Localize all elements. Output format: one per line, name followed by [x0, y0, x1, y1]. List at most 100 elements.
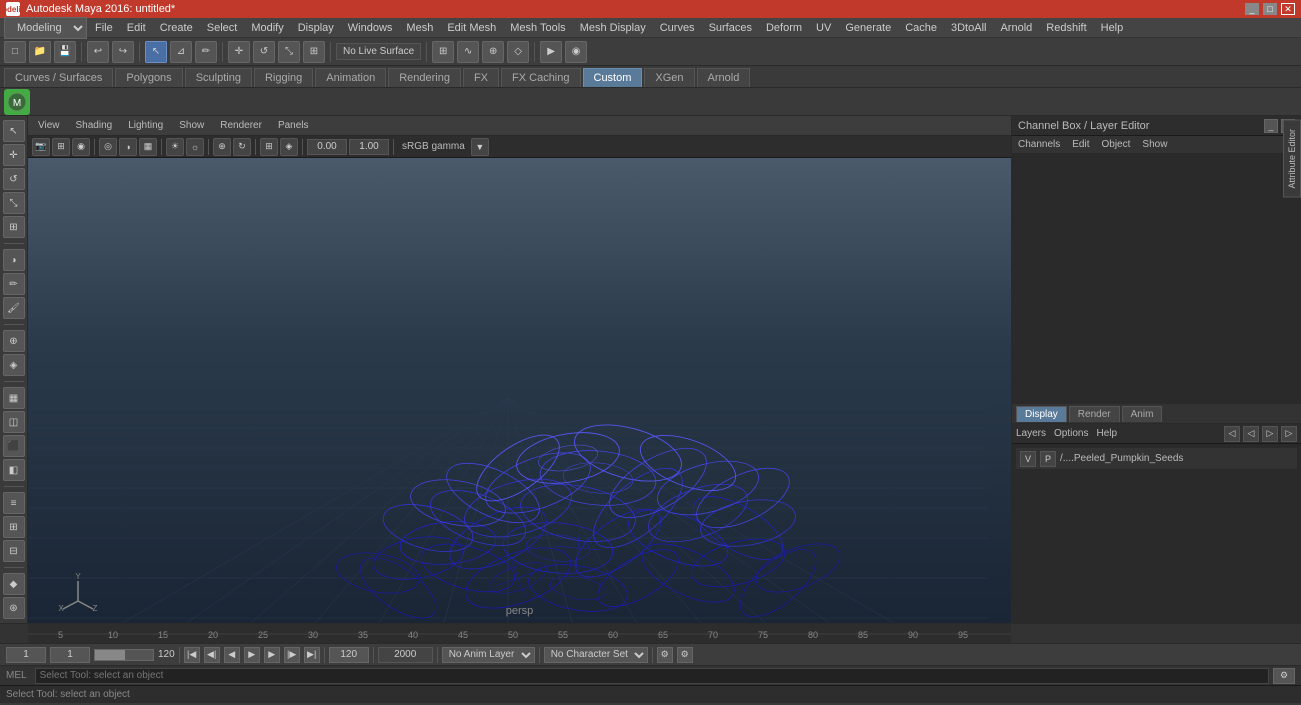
playback-end[interactable]: ▶| — [304, 647, 320, 663]
cb-channels[interactable]: Channels — [1018, 139, 1060, 150]
close-button[interactable]: ✕ — [1281, 3, 1295, 15]
menu-modify[interactable]: Modify — [245, 20, 289, 36]
playback-next-key[interactable]: |▶ — [284, 647, 300, 663]
vp-colorprofile-dropdown[interactable]: ▼ — [471, 138, 489, 156]
layer-v-btn[interactable]: V — [1020, 451, 1036, 467]
vp-xray-btn[interactable]: ◑ — [119, 138, 137, 156]
menu-redshift[interactable]: Redshift — [1040, 20, 1092, 36]
lt-iso-1[interactable]: ≡ — [3, 492, 25, 514]
toolbar-paint[interactable]: ✏ — [195, 41, 217, 63]
lt-sculpt[interactable]: ✏ — [3, 273, 25, 295]
toolbar-render[interactable]: ▶ — [540, 41, 562, 63]
menu-mesh-tools[interactable]: Mesh Tools — [504, 20, 571, 36]
menu-generate[interactable]: Generate — [839, 20, 897, 36]
lt-iso-3[interactable]: ⊟ — [3, 540, 25, 562]
toolbar-lasso[interactable]: ⊿ — [170, 41, 192, 63]
rb-icon-3[interactable]: ▷ — [1262, 426, 1278, 442]
toolbar-redo[interactable]: ↪ — [112, 41, 134, 63]
tab-fx[interactable]: FX — [463, 68, 499, 87]
lt-display-3[interactable]: ⬛ — [3, 435, 25, 457]
lt-display-2[interactable]: ◫ — [3, 411, 25, 433]
menu-uv[interactable]: UV — [810, 20, 837, 36]
vp-hud-btn[interactable]: ⊞ — [260, 138, 278, 156]
menu-arnold[interactable]: Arnold — [994, 20, 1038, 36]
vp-camera-btn[interactable]: 📷 — [32, 138, 50, 156]
menu-windows[interactable]: Windows — [342, 20, 399, 36]
end-frame-input[interactable] — [329, 647, 369, 663]
rb-menu-layers[interactable]: Layers — [1016, 428, 1046, 439]
playback-rewind[interactable]: |◀ — [184, 647, 200, 663]
toolbar-select[interactable]: ↖ — [145, 41, 167, 63]
tab-curves-surfaces[interactable]: Curves / Surfaces — [4, 68, 113, 87]
vp-grid-btn[interactable]: ▦ — [139, 138, 157, 156]
mel-input[interactable] — [35, 668, 1269, 684]
max-frame-input[interactable] — [378, 647, 433, 663]
toolbar-snap-surface[interactable]: ◇ — [507, 41, 529, 63]
toolbar-new[interactable]: □ — [4, 41, 26, 63]
cb-object[interactable]: Object — [1102, 139, 1131, 150]
start-frame-input[interactable] — [6, 647, 46, 663]
lt-soft-mod[interactable]: ◑ — [3, 249, 25, 271]
vp-isolate-btn[interactable]: ⊕ — [213, 138, 231, 156]
vp-menu-shading[interactable]: Shading — [72, 118, 117, 133]
toolbar-scale[interactable]: ⤡ — [278, 41, 300, 63]
toolbar-open[interactable]: 📁 — [29, 41, 51, 63]
rb-tab-anim[interactable]: Anim — [1122, 406, 1163, 422]
lt-rotate-tool[interactable]: ↺ — [3, 168, 25, 190]
lt-display-4[interactable]: ◧ — [3, 459, 25, 481]
menu-help[interactable]: Help — [1095, 20, 1130, 36]
tab-polygons[interactable]: Polygons — [115, 68, 182, 87]
lt-universal-tool[interactable]: ⊞ — [3, 216, 25, 238]
anim-layer-settings[interactable]: ⚙ — [657, 647, 673, 663]
viewport-canvas[interactable]: persp Y Z X — [28, 158, 1011, 623]
maximize-button[interactable]: □ — [1263, 3, 1277, 15]
toolbar-ipr[interactable]: ◉ — [565, 41, 587, 63]
vp-gamma-input[interactable] — [349, 139, 389, 155]
rp-minimize[interactable]: _ — [1264, 119, 1278, 133]
lt-extra-1[interactable]: ◆ — [3, 573, 25, 595]
toolbar-move[interactable]: ✛ — [228, 41, 250, 63]
toolbar-save[interactable]: 💾 — [54, 41, 76, 63]
tab-arnold[interactable]: Arnold — [697, 68, 751, 87]
menu-surfaces[interactable]: Surfaces — [703, 20, 758, 36]
rb-menu-help[interactable]: Help — [1096, 428, 1117, 439]
toolbar-rotate[interactable]: ↺ — [253, 41, 275, 63]
vp-color-btn[interactable]: ◈ — [280, 138, 298, 156]
tab-sculpting[interactable]: Sculpting — [185, 68, 252, 87]
lt-paint[interactable]: 🖌 — [3, 297, 25, 319]
vp-exposure-input[interactable] — [307, 139, 347, 155]
menu-file[interactable]: File — [89, 20, 119, 36]
rb-icon-4[interactable]: ▷ — [1281, 426, 1297, 442]
lt-move-tool[interactable]: ✛ — [3, 144, 25, 166]
lt-show-manip[interactable]: ⊕ — [3, 330, 25, 352]
lt-snap[interactable]: ◈ — [3, 354, 25, 376]
minimize-button[interactable]: _ — [1245, 3, 1259, 15]
menu-edit-mesh[interactable]: Edit Mesh — [441, 20, 502, 36]
timeline-ruler[interactable]: 5 10 15 20 25 30 35 40 45 50 55 60 65 70… — [28, 624, 1011, 643]
lt-select-tool[interactable]: ↖ — [3, 120, 25, 142]
vp-menu-show[interactable]: Show — [175, 118, 208, 133]
lt-display-1[interactable]: ▦ — [3, 387, 25, 409]
tab-fx-caching[interactable]: FX Caching — [501, 68, 580, 87]
toolbar-snap-point[interactable]: ⊕ — [482, 41, 504, 63]
vp-menu-panels[interactable]: Panels — [274, 118, 313, 133]
workspace-dropdown[interactable]: Modeling — [4, 17, 87, 39]
toolbar-snap-curve[interactable]: ∿ — [457, 41, 479, 63]
playback-play[interactable]: ▶ — [244, 647, 260, 663]
playback-step-back[interactable]: ◀ — [224, 647, 240, 663]
menu-mesh[interactable]: Mesh — [400, 20, 439, 36]
vp-wireframe-btn[interactable]: ⊞ — [52, 138, 70, 156]
mel-settings-btn[interactable]: ⚙ — [1273, 668, 1295, 684]
anim-layer-dropdown[interactable]: No Anim Layer — [442, 647, 535, 663]
no-live-surface-btn[interactable]: No Live Surface — [336, 43, 421, 60]
tab-custom[interactable]: Custom — [583, 68, 643, 87]
current-frame-display[interactable] — [50, 647, 90, 663]
menu-curves[interactable]: Curves — [654, 20, 701, 36]
rb-tab-render[interactable]: Render — [1069, 406, 1120, 422]
menu-edit[interactable]: Edit — [121, 20, 152, 36]
vp-light1-btn[interactable]: ☀ — [166, 138, 184, 156]
attribute-editor-tab[interactable]: Attribute Editor — [1283, 120, 1301, 198]
rb-icon-2[interactable]: ◁ — [1243, 426, 1259, 442]
vp-light2-btn[interactable]: ☼ — [186, 138, 204, 156]
layer-p-btn[interactable]: P — [1040, 451, 1056, 467]
